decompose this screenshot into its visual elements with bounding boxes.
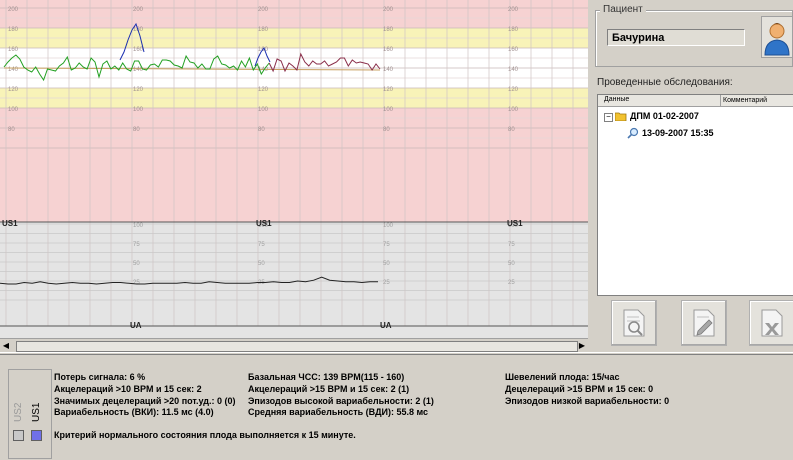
exams-tree[interactable]: Данные Комментарий − ДПМ 01-02-2007 13-0… [597, 94, 793, 296]
stat-variability-vki: Вариабельность (ВКИ): 11.5 мс (4.0) [54, 407, 214, 417]
document-delete-icon [761, 309, 783, 337]
fhr-tick-label: 100 [383, 107, 394, 113]
fhr-tick-label: 180 [8, 27, 19, 33]
fhr-tick-label: 180 [508, 27, 519, 33]
fhr-tick-label: 80 [258, 127, 265, 133]
stat-accel-10: Акцелераций >10 BPM и 15 сек: 2 [54, 384, 202, 394]
us1-swatch[interactable] [31, 430, 42, 441]
tree-exam-item[interactable]: 13-09-2007 15:35 [642, 128, 714, 138]
fhr-tick-label: 200 [8, 7, 19, 13]
uc-tick-label: 75 [258, 242, 265, 248]
uc-tick-label: 75 [383, 242, 390, 248]
fhr-tick-label: 80 [8, 127, 15, 133]
us1-channel-label: US1 [507, 219, 523, 228]
fhr-tick-label: 80 [508, 127, 515, 133]
edit-exam-button[interactable] [681, 300, 727, 346]
stat-movements: Шевелений плода: 15/час [505, 372, 620, 382]
column-comment[interactable]: Комментарий [720, 95, 767, 106]
fhr-tick-label: 160 [133, 47, 144, 53]
magnifier-icon [627, 127, 639, 139]
uc-tick-label: 75 [133, 242, 140, 248]
patient-name-field[interactable]: Бачурина [607, 29, 745, 46]
uc-tick-label: 50 [258, 261, 265, 267]
patient-panel: Пациент Бачурина Проведенные обследовани… [589, 0, 793, 352]
document-edit-icon [693, 309, 715, 337]
scroll-right-icon[interactable]: ▶ [576, 340, 588, 352]
view-exam-button[interactable] [611, 300, 657, 346]
fhr-tick-label: 100 [133, 107, 144, 113]
exams-label: Проведенные обследования: [597, 77, 733, 88]
stat-avg-variability: Средняя вариабельность (ВДИ): 55.8 мс [248, 407, 428, 417]
horizontal-scrollbar[interactable]: ◀ ▶ [0, 338, 588, 353]
fhr-tick-label: 200 [508, 7, 519, 13]
stat-decel-15: Децелераций >15 BPM и 15 сек: 0 [505, 384, 654, 394]
uc-tick-label: 50 [383, 261, 390, 267]
patient-group-label: Пациент [600, 4, 646, 15]
fhr-tick-label: 140 [508, 67, 519, 73]
uc-tick-label: 50 [508, 261, 515, 267]
stat-decel-20: Значимых децелераций >20 пот.уд.: 0 (0) [54, 396, 236, 406]
delete-exam-button[interactable] [749, 300, 793, 346]
ua-channel-label: UA [380, 321, 392, 330]
stat-low-variability: Эпизодов низкой вариабельности: 0 [505, 396, 670, 406]
channel-legend: US2 US1 [8, 369, 52, 459]
fhr-tick-label: 160 [8, 47, 19, 53]
fhr-tick-label: 140 [383, 67, 394, 73]
fhr-tick-label: 120 [258, 87, 269, 93]
folder-icon [615, 112, 627, 121]
fhr-tick-label: 120 [133, 87, 144, 93]
document-search-icon [623, 309, 645, 337]
fhr-tick-label: 100 [8, 107, 19, 113]
fhr-tick-label: 120 [8, 87, 19, 93]
fhr-tick-label: 160 [383, 47, 394, 53]
criterion-text: Критерий нормального состояния плода вып… [54, 430, 356, 440]
uc-tick-label: 25 [383, 280, 390, 286]
tree-collapse-icon[interactable]: − [604, 113, 613, 122]
us2-label: US2 [13, 402, 24, 422]
fhr-tick-label: 180 [383, 27, 394, 33]
fhr-tick-label: 200 [258, 7, 269, 13]
fhr-tick-label: 100 [508, 107, 519, 113]
fhr-tick-label: 120 [383, 87, 394, 93]
us1-channel-label: US1 [256, 219, 272, 228]
stat-basal-hr: Базальная ЧСС: 139 BPM(115 - 160) [248, 372, 405, 382]
uc-background [0, 222, 588, 338]
uc-tick-label: 75 [508, 242, 515, 248]
tree-folder-item[interactable]: ДПМ 01-02-2007 [630, 111, 699, 121]
tree-header: Данные Комментарий [598, 95, 793, 107]
uc-tick-label: 25 [508, 280, 515, 286]
fhr-tick-label: 180 [258, 27, 269, 33]
fhr-tick-label: 80 [383, 127, 390, 133]
stat-high-variability: Эпизодов высокой вариабельности: 2 (1) [248, 396, 434, 406]
uc-tick-label: 100 [383, 223, 394, 229]
fhr-tick-label: 80 [133, 127, 140, 133]
person-icon [764, 23, 790, 56]
fhr-tick-label: 120 [508, 87, 519, 93]
fhr-tick-label: 160 [258, 47, 269, 53]
uc-tick-label: 100 [133, 223, 144, 229]
uc-tick-label: 25 [133, 280, 140, 286]
scroll-thumb[interactable] [16, 341, 578, 352]
fhr-tick-label: 200 [133, 7, 144, 13]
fhr-tick-label: 200 [383, 7, 394, 13]
stat-accel-15: Акцелераций >15 BPM и 15 сек: 2 (1) [248, 384, 410, 394]
us2-swatch[interactable] [13, 430, 24, 441]
us1-label: US1 [31, 402, 42, 422]
fhr-tick-label: 160 [508, 47, 519, 53]
scroll-left-icon[interactable]: ◀ [0, 340, 12, 352]
summary-panel: US2 US1 Потерь сигнала: 6 % Акцелераций … [0, 355, 793, 460]
ctg-chart-area[interactable]: 200 180 160 140 120 100 80 200 180 160 140 120 100 80… [0, 0, 588, 338]
ua-channel-label: UA [130, 321, 142, 330]
fhr-tick-label: 100 [258, 107, 269, 113]
ctg-chart[interactable]: 200 180 160 140 120 100 80 200 180 160 140 120 100 80… [0, 0, 588, 338]
stat-signal-loss: Потерь сигнала: 6 % [54, 372, 146, 382]
fhr-zone-high-red [0, 0, 588, 28]
uc-tick-label: 50 [133, 261, 140, 267]
us1-channel-label: US1 [2, 219, 18, 228]
column-data[interactable]: Данные [604, 96, 629, 103]
patient-avatar-button[interactable] [761, 16, 793, 58]
fhr-zone-low-red [0, 108, 588, 222]
